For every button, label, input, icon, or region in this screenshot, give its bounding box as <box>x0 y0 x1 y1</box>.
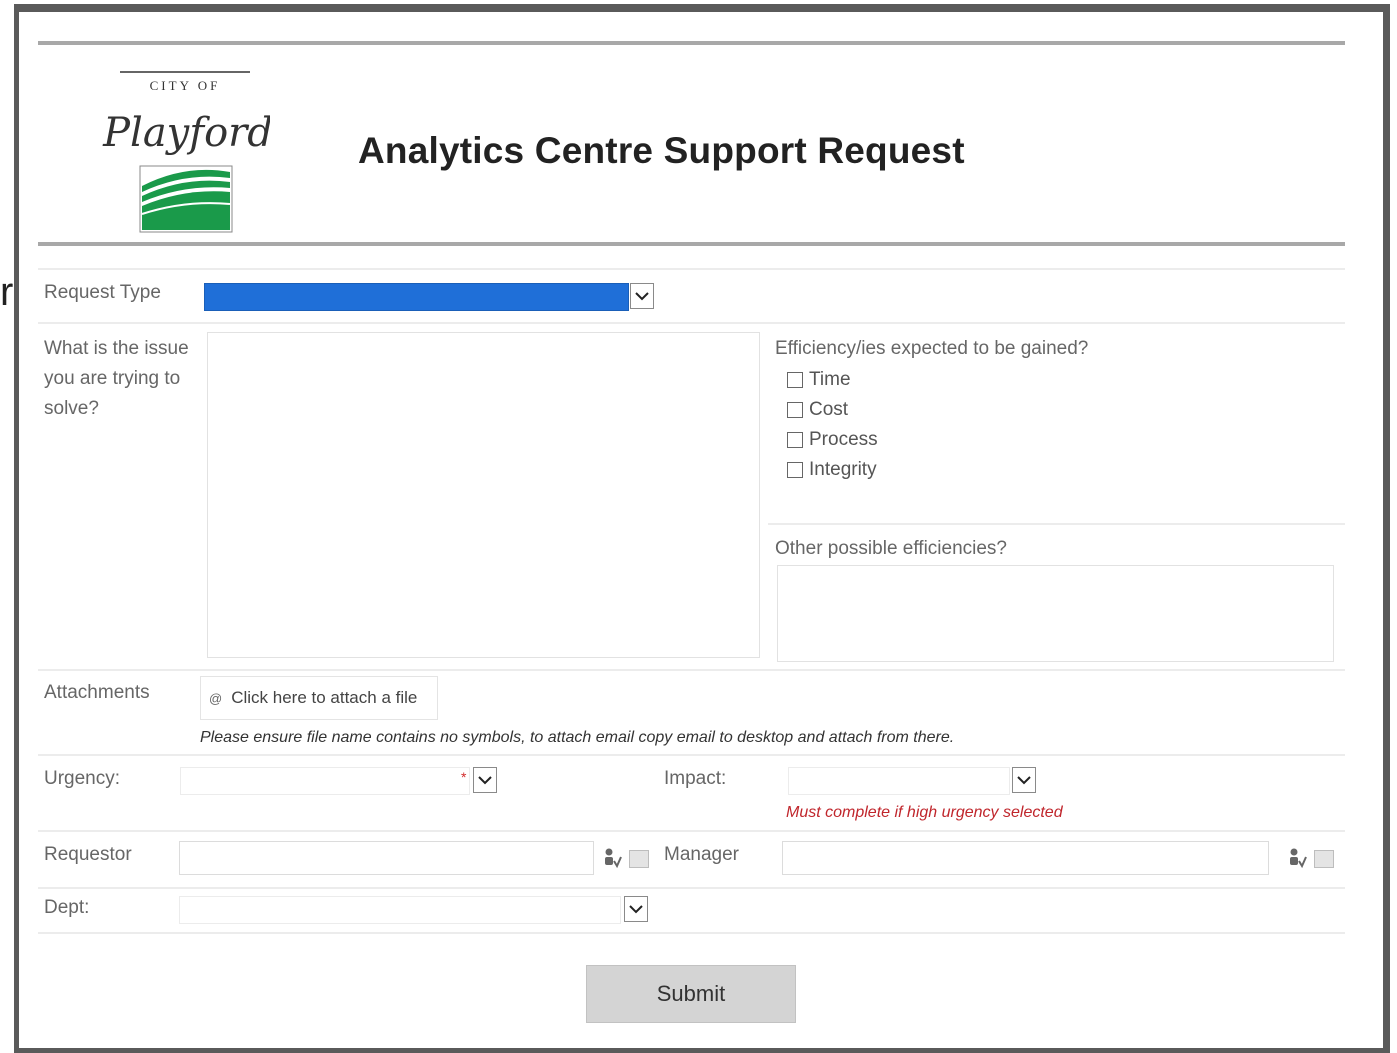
address-book-icon[interactable] <box>629 850 649 868</box>
checkbox[interactable] <box>787 372 803 388</box>
row-separator <box>38 268 1345 270</box>
request-type-select[interactable] <box>204 283 629 311</box>
impact-required-note: Must complete if high urgency selected <box>786 804 1063 821</box>
row-separator <box>38 669 1345 671</box>
check-names-icon[interactable] <box>1287 847 1307 869</box>
header-top-rule <box>38 41 1345 45</box>
chevron-down-icon <box>1017 776 1031 785</box>
impact-dropdown-button[interactable] <box>1012 767 1036 793</box>
efficiency-option-time[interactable]: Time <box>787 369 851 391</box>
dept-select[interactable] <box>179 896 621 924</box>
checkbox-label: Process <box>809 429 878 450</box>
checkbox-label: Cost <box>809 399 849 420</box>
urgency-dropdown-button[interactable] <box>473 767 497 793</box>
manager-input[interactable] <box>782 841 1269 875</box>
efficiency-option-integrity[interactable]: Integrity <box>787 459 877 481</box>
issue-label: What is the issue you are trying to solv… <box>44 338 189 419</box>
impact-label: Impact: <box>664 768 727 789</box>
efficiency-option-cost[interactable]: Cost <box>787 399 848 421</box>
urgency-label: Urgency: <box>44 768 121 789</box>
efficiency-label: Efficiency/ies expected to be gained? <box>775 338 1089 359</box>
page-title: Analytics Centre Support Request <box>358 130 965 171</box>
attach-file-button[interactable]: @ Click here to attach a file <box>200 676 438 720</box>
request-type-dropdown-button[interactable] <box>630 283 654 309</box>
other-efficiencies-textarea[interactable] <box>777 565 1334 662</box>
issue-textarea[interactable] <box>207 332 760 658</box>
requestor-label: Requestor <box>44 844 132 865</box>
header-bottom-rule <box>38 242 1345 246</box>
requestor-input[interactable] <box>179 841 594 875</box>
efficiency-option-process[interactable]: Process <box>787 429 878 451</box>
request-type-label: Request Type <box>44 282 161 303</box>
urgency-select[interactable] <box>180 767 470 795</box>
logo-city-of: CITY OF <box>150 78 221 93</box>
logo-script: Playford <box>102 110 270 156</box>
row-separator <box>38 322 1345 324</box>
chevron-down-icon <box>629 905 643 914</box>
address-book-icon[interactable] <box>1314 850 1334 868</box>
attach-file-label: Click here to attach a file <box>231 688 418 707</box>
row-separator <box>38 932 1345 934</box>
checkbox-label: Integrity <box>809 459 877 480</box>
row-separator <box>38 887 1345 889</box>
checkbox-label: Time <box>809 369 851 390</box>
check-names-icon[interactable] <box>602 847 622 869</box>
checkbox[interactable] <box>787 462 803 478</box>
row-separator <box>38 754 1345 756</box>
window-frame-left <box>14 4 19 1053</box>
chevron-down-icon <box>635 292 649 301</box>
required-asterisk: * <box>461 769 467 785</box>
chevron-down-icon <box>478 776 492 785</box>
window-frame-top <box>14 4 1390 12</box>
city-logo: CITY OF Playford <box>100 68 273 238</box>
checkbox[interactable] <box>787 432 803 448</box>
other-efficiencies-label: Other possible efficiencies? <box>775 538 1007 559</box>
row-separator <box>38 830 1345 832</box>
impact-select[interactable] <box>788 767 1010 795</box>
attachment-note: Please ensure file name contains no symb… <box>200 729 955 746</box>
dept-dropdown-button[interactable] <box>624 896 648 922</box>
checkbox[interactable] <box>787 402 803 418</box>
window-frame-bottom <box>14 1048 1390 1053</box>
row-separator <box>768 523 1345 525</box>
dept-label: Dept: <box>44 897 90 918</box>
stray-text: r <box>0 270 14 314</box>
manager-label: Manager <box>664 844 739 865</box>
window-frame-right <box>1383 4 1390 1053</box>
paperclip-icon: @ <box>209 690 223 706</box>
attachments-label: Attachments <box>44 682 150 703</box>
submit-button[interactable]: Submit <box>586 965 796 1023</box>
